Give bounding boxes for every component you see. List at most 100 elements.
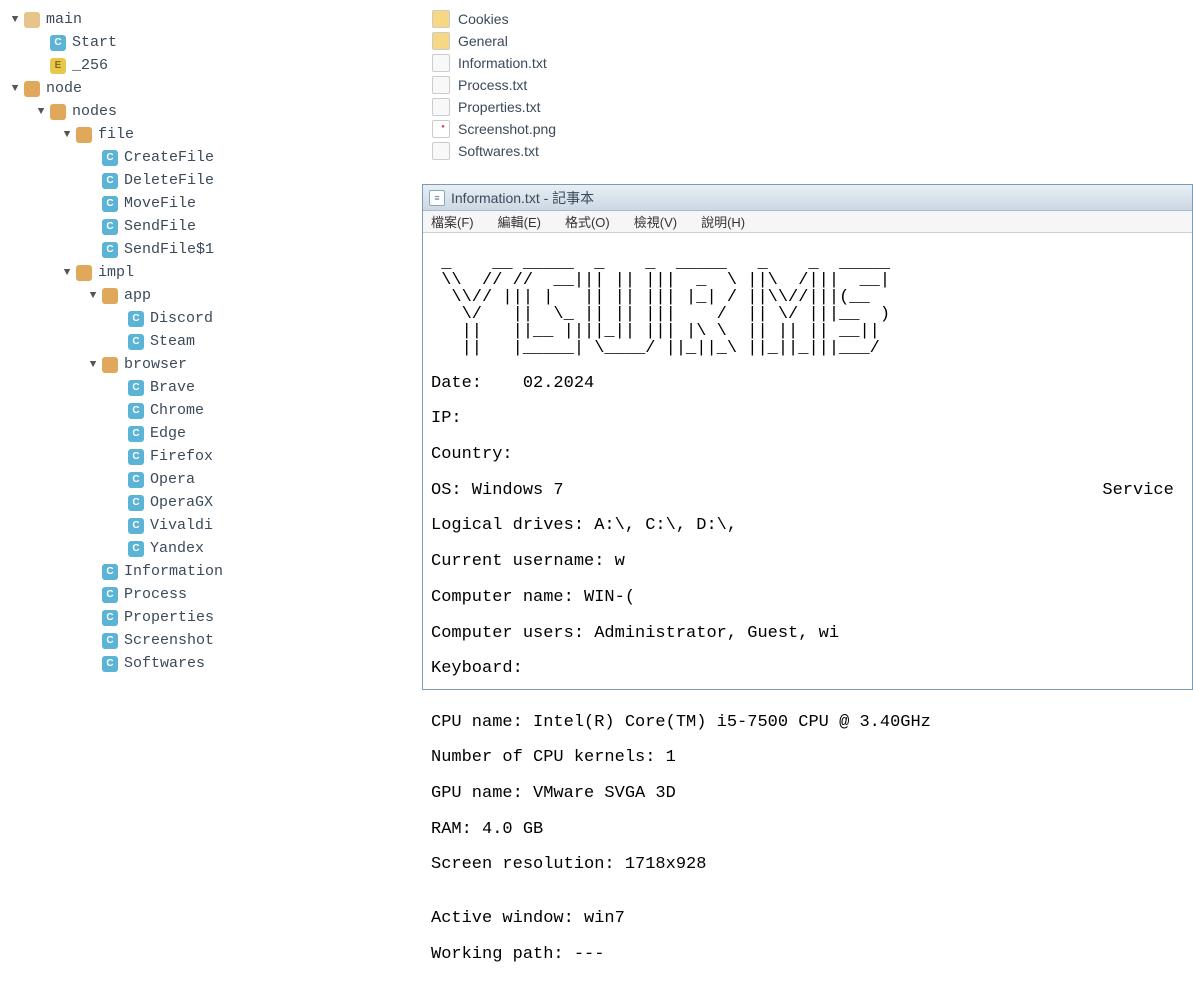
tree-item-start[interactable]: C Start xyxy=(8,31,400,54)
enum-icon: E xyxy=(50,58,66,74)
tree-item-label: OperaGX xyxy=(150,494,213,511)
class-icon: C xyxy=(128,403,144,419)
tree-item-label: nodes xyxy=(72,103,117,120)
text-file-icon xyxy=(432,98,450,116)
tree-item-opera[interactable]: COpera xyxy=(8,468,400,491)
menu-format[interactable]: 格式(O) xyxy=(565,212,610,231)
notepad-content[interactable]: _ __ _____ _ _ _____ _ _ _____ \\ // // … xyxy=(423,233,1192,1003)
file-row-information[interactable]: Information.txt xyxy=(432,52,1193,74)
menu-help[interactable]: 說明(H) xyxy=(701,212,745,231)
tree-item-sendfile1[interactable]: C SendFile$1 xyxy=(8,238,400,261)
tree-item-movefile[interactable]: CMoveFile xyxy=(8,192,400,215)
tree-item-label: file xyxy=(98,126,134,143)
tree-item-browser[interactable]: ▼ browser xyxy=(8,353,400,376)
tree-item-brave[interactable]: CBrave xyxy=(8,376,400,399)
info-os: OS: Windows 7 xyxy=(431,482,564,500)
menu-file[interactable]: 檔案(F) xyxy=(431,212,474,231)
tree-item-firefox[interactable]: C Firefox xyxy=(8,445,400,468)
chevron-down-icon[interactable]: ▼ xyxy=(8,83,22,95)
chevron-down-icon[interactable]: ▼ xyxy=(86,359,100,371)
chevron-down-icon[interactable]: ▼ xyxy=(60,267,74,279)
chevron-down-icon[interactable]: ▼ xyxy=(86,290,100,302)
tree-item-createfile[interactable]: CCreateFile xyxy=(8,146,400,169)
file-row-screenshot[interactable]: Screenshot.png xyxy=(432,118,1193,140)
class-icon: C xyxy=(102,610,118,626)
file-label: Cookies xyxy=(458,11,509,27)
folder-icon xyxy=(432,10,450,28)
tree-item-nodes[interactable]: ▼ nodes xyxy=(8,100,400,123)
class-icon: C xyxy=(128,311,144,327)
chevron-down-icon[interactable]: ▼ xyxy=(60,129,74,141)
info-country: Country: xyxy=(431,446,1184,464)
info-resolution: Screen resolution: 1718x928 xyxy=(431,856,1184,874)
folder-icon xyxy=(50,104,66,120)
info-gpu: GPU name: VMware SVGA 3D xyxy=(431,785,1184,803)
tree-item-chrome[interactable]: C Chrome xyxy=(8,399,400,422)
tree-item-yandex[interactable]: CYandex xyxy=(8,537,400,560)
tree-item-file[interactable]: ▼ file xyxy=(8,123,400,146)
file-row-cookies[interactable]: Cookies xyxy=(432,8,1193,30)
tree-item-information[interactable]: CInformation xyxy=(8,560,400,583)
class-icon: C xyxy=(128,426,144,442)
tree-item-properties[interactable]: C Properties xyxy=(8,606,400,629)
tree-item-app[interactable]: ▼ app xyxy=(8,284,400,307)
tree-item-vivaldi[interactable]: CVivaldi xyxy=(8,514,400,537)
folder-icon xyxy=(432,32,450,50)
file-row-softwares[interactable]: Softwares.txt xyxy=(432,140,1193,162)
class-icon: C xyxy=(102,219,118,235)
file-row-properties[interactable]: Properties.txt xyxy=(432,96,1193,118)
chevron-down-icon[interactable]: ▼ xyxy=(34,106,48,118)
menu-view[interactable]: 檢視(V) xyxy=(634,212,677,231)
tree-item-main[interactable]: ▼main xyxy=(8,8,400,31)
tree-item-label: Vivaldi xyxy=(150,517,213,534)
notepad-icon: ≡ xyxy=(429,190,445,206)
folder-icon xyxy=(24,81,40,97)
info-keyboard: Keyboard: xyxy=(431,660,1184,678)
tree-item-256[interactable]: E_256 xyxy=(8,54,400,77)
class-icon: C xyxy=(102,633,118,649)
tree-item-label: app xyxy=(124,287,151,304)
info-date: Date: 02.2024 xyxy=(431,375,1184,393)
tree-item-label: Information xyxy=(124,563,223,580)
tree-item-process[interactable]: CProcess xyxy=(8,583,400,606)
tree-item-edge[interactable]: CEdge xyxy=(8,422,400,445)
tree-item-label: Start xyxy=(72,34,117,51)
info-ip: IP: xyxy=(431,410,1184,428)
tree-item-label: Screenshot xyxy=(124,632,214,649)
class-icon: C xyxy=(128,449,144,465)
tree-item-label: Opera xyxy=(150,471,195,488)
notepad-title-text: Information.txt - 記事本 xyxy=(451,188,594,208)
info-username: Current username: w xyxy=(431,553,1184,571)
file-label: General xyxy=(458,33,508,49)
tree-item-label: Properties xyxy=(124,609,214,626)
tree-item-deletefile[interactable]: CDeleteFile xyxy=(8,169,400,192)
tree-item-label: Chrome xyxy=(150,402,204,419)
class-icon: C xyxy=(102,150,118,166)
tree-item-label: Firefox xyxy=(150,448,213,465)
tree-item-label: browser xyxy=(124,356,187,373)
tree-item-sendfile[interactable]: C SendFile xyxy=(8,215,400,238)
file-label: Properties.txt xyxy=(458,99,540,115)
tree-item-impl[interactable]: ▼impl xyxy=(8,261,400,284)
folder-icon xyxy=(102,288,118,304)
tree-item-label: SendFile$1 xyxy=(124,241,214,258)
class-icon: C xyxy=(102,242,118,258)
tree-item-discord[interactable]: CDiscord xyxy=(8,307,400,330)
tree-item-label: SendFile xyxy=(124,218,196,235)
tree-item-steam[interactable]: CSteam xyxy=(8,330,400,353)
file-row-process[interactable]: Process.txt xyxy=(432,74,1193,96)
tree-item-label: Softwares xyxy=(124,655,205,672)
chevron-down-icon[interactable]: ▼ xyxy=(8,14,22,26)
text-file-icon xyxy=(432,76,450,94)
file-row-general[interactable]: General xyxy=(432,30,1193,52)
menu-edit[interactable]: 編輯(E) xyxy=(498,212,541,231)
class-icon: C xyxy=(50,35,66,51)
tree-item-node[interactable]: ▼node xyxy=(8,77,400,100)
tree-item-operagx[interactable]: COperaGX xyxy=(8,491,400,514)
tree-item-softwares[interactable]: CSoftwares xyxy=(8,652,400,675)
tree-panel: ▼mainCStartE_256▼node▼nodes▼fileCCreateF… xyxy=(0,0,400,690)
notepad-window: ≡ Information.txt - 記事本 檔案(F) 編輯(E) 格式(O… xyxy=(422,184,1193,690)
notepad-titlebar[interactable]: ≡ Information.txt - 記事本 xyxy=(423,185,1192,211)
class-icon: C xyxy=(128,541,144,557)
tree-item-screenshot[interactable]: C Screenshot xyxy=(8,629,400,652)
